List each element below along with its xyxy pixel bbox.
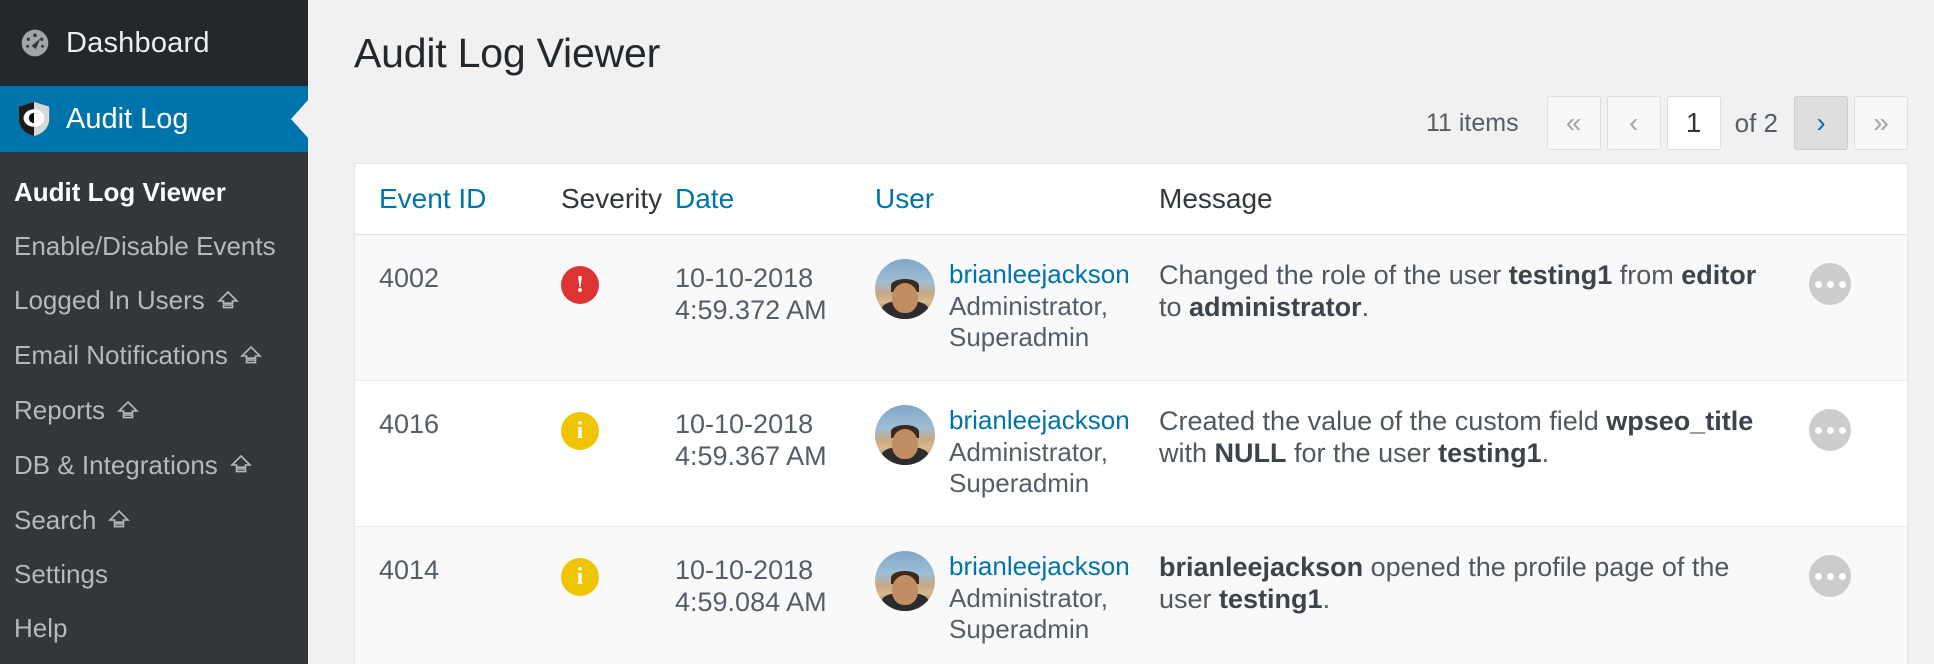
total-pages-label: of 2 bbox=[1735, 108, 1778, 139]
cell-severity: i bbox=[561, 549, 675, 596]
column-header-user[interactable]: User bbox=[875, 183, 1159, 215]
sidebar-item-logged-in-users[interactable]: Logged In Users bbox=[0, 274, 308, 329]
user-roles: Administrator, Superadmin bbox=[949, 291, 1159, 354]
sidebar-item-reports[interactable]: Reports bbox=[0, 384, 308, 439]
user-link[interactable]: brianleejackson bbox=[949, 259, 1130, 289]
sidebar-item-audit-log[interactable]: Audit Log bbox=[0, 86, 308, 152]
avatar bbox=[875, 551, 935, 611]
cell-message: Changed the role of the user testing1 fr… bbox=[1159, 257, 1787, 324]
sidebar-item-settings[interactable]: Settings bbox=[0, 548, 308, 602]
cell-event-id: 4014 bbox=[355, 549, 561, 587]
cell-message: brianleejackson opened the profile page … bbox=[1159, 549, 1787, 616]
sidebar-item-email-notifications[interactable]: Email Notifications bbox=[0, 329, 308, 384]
sidebar-item-label: Search bbox=[14, 506, 96, 536]
user-link[interactable]: brianleejackson bbox=[949, 405, 1130, 435]
sidebar-item-audit-log-viewer[interactable]: Audit Log Viewer bbox=[0, 166, 308, 220]
table-row[interactable]: 4014 i 10-10-2018 4:59.084 AM brianleeja… bbox=[355, 527, 1907, 664]
audit-log-eye-shield-icon bbox=[12, 100, 56, 138]
sidebar-item-dashboard[interactable]: Dashboard bbox=[0, 0, 308, 86]
premium-upgrade-arrow-icon bbox=[107, 507, 131, 538]
table-row[interactable]: 4002 ! 10-10-2018 4:59.372 AM brianleeja… bbox=[355, 235, 1907, 381]
cell-date: 10-10-2018 4:59.367 AM bbox=[675, 403, 875, 473]
column-header-date[interactable]: Date bbox=[675, 183, 875, 215]
cell-user: brianleejackson Administrator, Superadmi… bbox=[875, 403, 1159, 500]
cell-date: 10-10-2018 4:59.084 AM bbox=[675, 549, 875, 619]
sidebar-item-label: Email Notifications bbox=[14, 341, 228, 371]
severity-notice-icon: i bbox=[561, 412, 599, 450]
table-pagination: 11 items « ‹ 1 of 2 › » bbox=[354, 77, 1934, 163]
main-content: Audit Log Viewer 11 items « ‹ 1 of 2 › »… bbox=[308, 0, 1934, 664]
audit-log-table: Event ID Severity Date User Message 4002… bbox=[354, 163, 1908, 664]
column-header-event-id[interactable]: Event ID bbox=[355, 183, 561, 215]
cell-event-id: 4002 bbox=[355, 257, 561, 295]
more-options-icon[interactable] bbox=[1809, 263, 1851, 305]
more-options-icon[interactable] bbox=[1809, 555, 1851, 597]
avatar bbox=[875, 405, 935, 465]
time-value: 4:59.367 AM bbox=[675, 441, 875, 473]
admin-sidebar: Dashboard Audit Log Audit Log Viewer Ena… bbox=[0, 0, 308, 664]
more-options-icon[interactable] bbox=[1809, 409, 1851, 451]
user-link[interactable]: brianleejackson bbox=[949, 551, 1130, 581]
time-value: 4:59.084 AM bbox=[675, 587, 875, 619]
cell-user: brianleejackson Administrator, Superadmi… bbox=[875, 257, 1159, 354]
cell-severity: i bbox=[561, 403, 675, 450]
sidebar-item-search[interactable]: Search bbox=[0, 493, 308, 548]
column-header-severity: Severity bbox=[561, 183, 675, 215]
premium-upgrade-arrow-icon bbox=[229, 452, 253, 483]
sidebar-item-label: Reports bbox=[14, 396, 105, 426]
table-header-row: Event ID Severity Date User Message bbox=[355, 164, 1907, 235]
admin-page: Dashboard Audit Log Audit Log Viewer Ena… bbox=[0, 0, 1934, 664]
premium-upgrade-arrow-icon bbox=[216, 288, 240, 319]
date-value: 10-10-2018 bbox=[675, 263, 875, 295]
current-page-input[interactable]: 1 bbox=[1667, 96, 1721, 150]
cell-actions bbox=[1787, 549, 1907, 597]
date-value: 10-10-2018 bbox=[675, 409, 875, 441]
dashboard-gauge-icon bbox=[14, 27, 56, 59]
audit-log-submenu: Audit Log Viewer Enable/Disable Events L… bbox=[0, 152, 308, 656]
sidebar-item-label: DB & Integrations bbox=[14, 451, 218, 481]
last-page-button[interactable]: » bbox=[1854, 96, 1908, 150]
sidebar-item-label: Audit Log bbox=[66, 103, 189, 136]
active-menu-pointer bbox=[291, 99, 308, 139]
premium-upgrade-arrow-icon bbox=[116, 398, 140, 429]
severity-notice-icon: i bbox=[561, 558, 599, 596]
avatar bbox=[875, 259, 935, 319]
premium-upgrade-arrow-icon bbox=[239, 343, 263, 374]
sidebar-item-label: Logged In Users bbox=[14, 286, 205, 316]
cell-date: 10-10-2018 4:59.372 AM bbox=[675, 257, 875, 327]
items-count: 11 items bbox=[1426, 109, 1519, 138]
cell-actions bbox=[1787, 403, 1907, 451]
sidebar-item-help[interactable]: Help bbox=[0, 602, 308, 656]
sidebar-item-db-integrations[interactable]: DB & Integrations bbox=[0, 438, 308, 493]
sidebar-item-label: Enable/Disable Events bbox=[14, 232, 276, 262]
cell-severity: ! bbox=[561, 257, 675, 304]
sidebar-item-label: Dashboard bbox=[66, 27, 210, 60]
cell-actions bbox=[1787, 257, 1907, 305]
first-page-button[interactable]: « bbox=[1547, 96, 1601, 150]
table-row[interactable]: 4016 i 10-10-2018 4:59.367 AM brianleeja… bbox=[355, 381, 1907, 527]
sidebar-item-label: Audit Log Viewer bbox=[14, 178, 226, 208]
prev-page-button[interactable]: ‹ bbox=[1607, 96, 1661, 150]
next-page-button[interactable]: › bbox=[1794, 96, 1848, 150]
severity-critical-icon: ! bbox=[561, 266, 599, 304]
column-header-message: Message bbox=[1159, 183, 1787, 215]
sidebar-item-label: Settings bbox=[14, 560, 108, 590]
sidebar-item-enable-disable-events[interactable]: Enable/Disable Events bbox=[0, 220, 308, 274]
page-title: Audit Log Viewer bbox=[354, 0, 1934, 77]
time-value: 4:59.372 AM bbox=[675, 295, 875, 327]
user-roles: Administrator, Superadmin bbox=[949, 583, 1159, 646]
cell-user: brianleejackson Administrator, Superadmi… bbox=[875, 549, 1159, 646]
cell-event-id: 4016 bbox=[355, 403, 561, 441]
sidebar-item-label: Help bbox=[14, 614, 67, 644]
user-roles: Administrator, Superadmin bbox=[949, 437, 1159, 500]
date-value: 10-10-2018 bbox=[675, 555, 875, 587]
cell-message: Created the value of the custom field wp… bbox=[1159, 403, 1787, 470]
